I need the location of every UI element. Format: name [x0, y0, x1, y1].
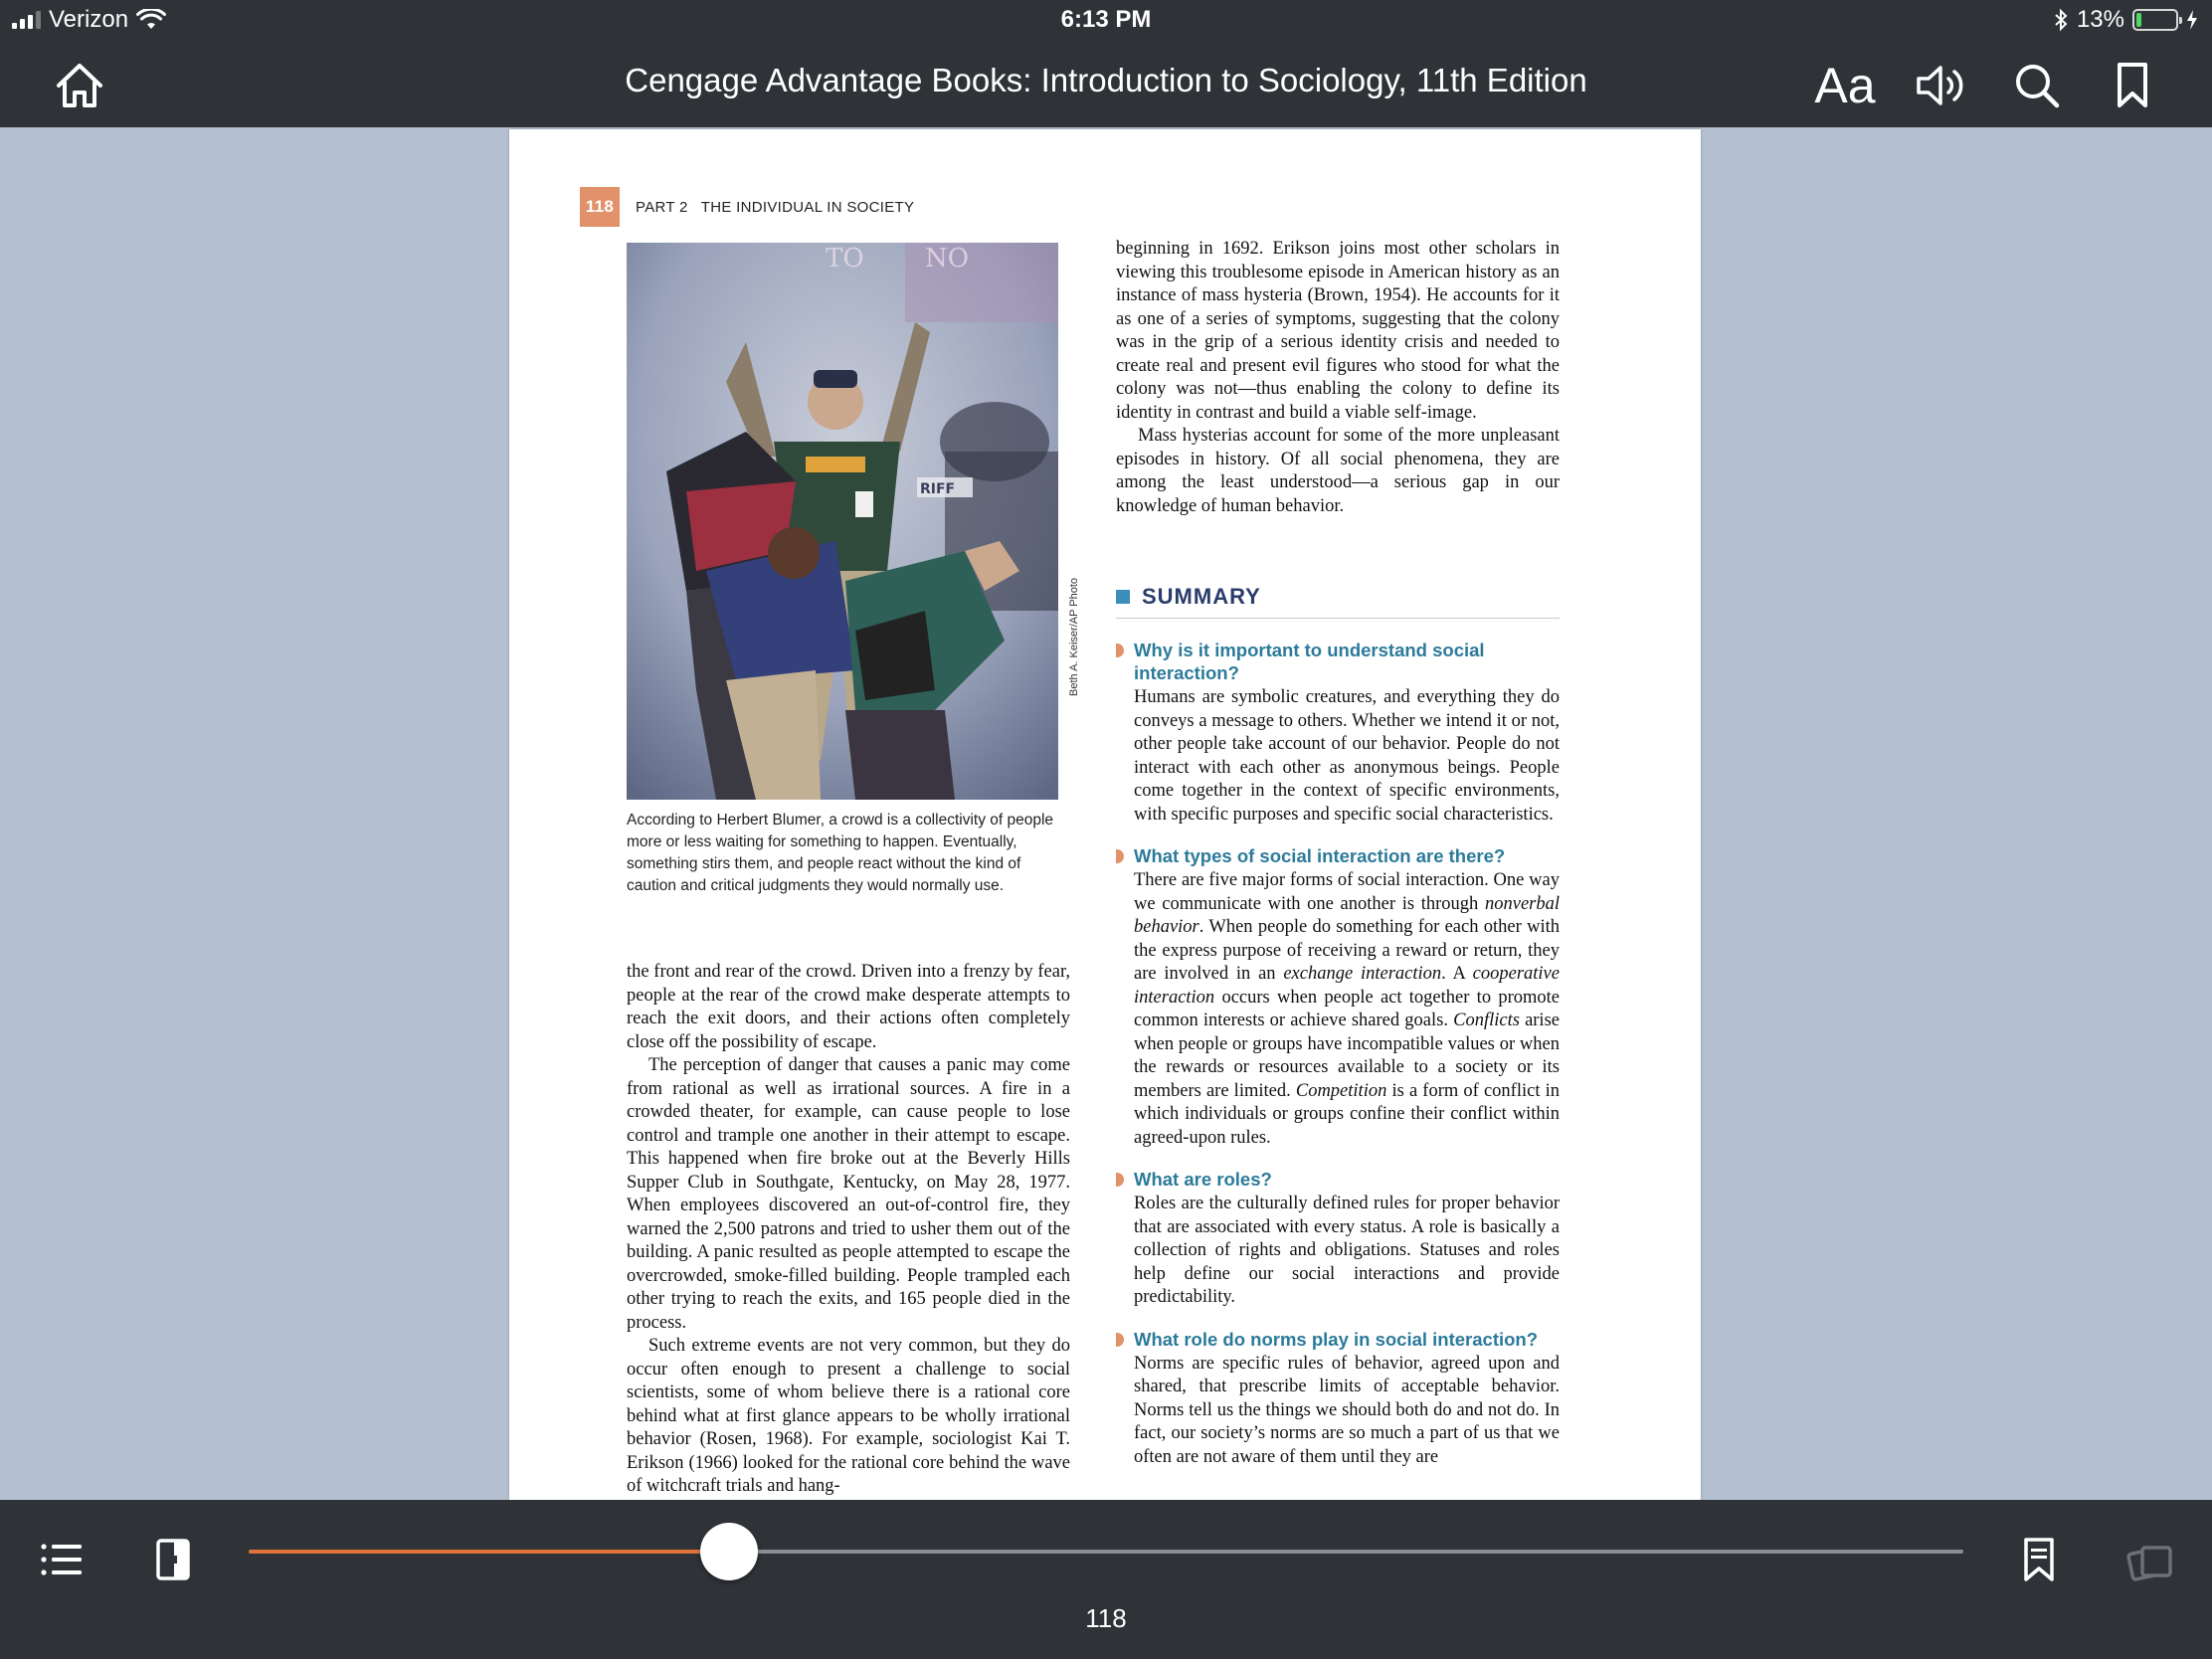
tab-bullet-icon — [1116, 644, 1124, 657]
summary-section: SUMMARY Why is it important to understan… — [1116, 584, 1560, 1469]
search-button[interactable] — [2007, 56, 2067, 115]
bookmark-icon — [2118, 63, 2147, 107]
bookmarks-list-button[interactable] — [2009, 1528, 2069, 1591]
flashcards-button[interactable] — [2120, 1528, 2180, 1591]
summary-heading: SUMMARY — [1116, 584, 1560, 619]
summary-item: What types of social interaction are the… — [1116, 844, 1560, 1150]
paragraph: Mass hysterias account for some of the m… — [1116, 426, 1560, 516]
summary-question: Why is it important to understand social… — [1134, 640, 1485, 683]
sheriff-badge-text: RIFF — [920, 481, 955, 497]
summary-answer: There are five major forms of social int… — [1134, 870, 1560, 1148]
running-head: 118 PART 2 THE INDIVIDUAL IN SOCIETY — [580, 187, 914, 227]
photo-credit: Beth A. Keiser/AP Photo — [1068, 577, 1080, 696]
summary-item: What role do norms play in social intera… — [1116, 1328, 1560, 1470]
top-bar: Verizon 6:13 PM 13% Cengage Advantage Bo… — [0, 0, 2212, 127]
page-progress-slider[interactable] — [249, 1523, 1963, 1580]
crowd-photo: TO NO RIFF — [627, 243, 1058, 800]
page-view-icon — [156, 1539, 190, 1580]
summary-item: Why is it important to understand social… — [1116, 639, 1560, 827]
table-of-contents-button[interactable] — [32, 1528, 92, 1591]
battery-icon — [2132, 9, 2182, 31]
tab-bullet-icon — [1116, 1332, 1124, 1347]
square-bullet-icon — [1116, 590, 1130, 604]
status-time: 6:13 PM — [1060, 6, 1152, 33]
bottom-bar — [0, 1500, 2212, 1659]
battery-percent: 13% — [2076, 6, 2124, 33]
slider-thumb[interactable] — [699, 1523, 758, 1580]
status-bar: Verizon 6:13 PM 13% — [0, 0, 2212, 44]
page-number-badge: 118 — [580, 187, 620, 227]
current-page-label: 118 — [1085, 1603, 1127, 1633]
paragraph: Such extreme events are not very common,… — [627, 1336, 1070, 1496]
slider-progress-fill — [249, 1550, 729, 1554]
search-icon — [2016, 65, 2060, 108]
paragraph: The perception of danger that causes a p… — [627, 1055, 1070, 1333]
summary-question: What are roles? — [1134, 1169, 1272, 1190]
bookmarks-icon — [2024, 1538, 2054, 1581]
audio-button[interactable] — [1912, 56, 1971, 115]
photo-caption: According to Herbert Blumer, a crowd is … — [627, 812, 1054, 894]
sign-text-right: NO — [925, 244, 969, 274]
bluetooth-icon — [2055, 8, 2068, 32]
summary-question: What types of social interaction are the… — [1134, 845, 1506, 866]
summary-answer: Humans are symbolic creatures, and every… — [1134, 687, 1560, 825]
book-page[interactable]: 118 PART 2 THE INDIVIDUAL IN SOCIETY TO … — [509, 129, 1701, 1500]
summary-item: What are roles? Roles are the culturally … — [1116, 1168, 1560, 1310]
list-icon — [41, 1544, 82, 1575]
left-column-text: the front and rear of the crowd. Driven … — [627, 961, 1070, 1499]
right-column-text: beginning in 1692. Erikson joins most ot… — [1116, 238, 1560, 518]
page-view-button[interactable] — [143, 1528, 203, 1591]
font-settings-button[interactable]: Aa — [1805, 56, 1885, 115]
speaker-icon — [1917, 66, 1963, 105]
bookmark-button[interactable] — [2103, 56, 2162, 115]
charging-icon — [2187, 10, 2197, 30]
running-head-text: PART 2 THE INDIVIDUAL IN SOCIETY — [636, 198, 915, 216]
reader-toolbar: Cengage Advantage Books: Introduction to… — [0, 44, 2212, 127]
summary-answer: Norms are specific rules of behavior, ag… — [1134, 1353, 1560, 1467]
paragraph: beginning in 1692. Erikson joins most ot… — [1116, 239, 1560, 423]
sign-text-left: TO — [826, 244, 864, 274]
paragraph: the front and rear of the crowd. Driven … — [627, 962, 1070, 1052]
tab-bullet-icon — [1116, 849, 1124, 863]
cards-icon — [2126, 1546, 2172, 1581]
tab-bullet-icon — [1116, 1173, 1124, 1187]
summary-answer: Roles are the culturally defined rules f… — [1134, 1194, 1560, 1307]
summary-question: What role do norms play in social intera… — [1134, 1328, 1539, 1350]
